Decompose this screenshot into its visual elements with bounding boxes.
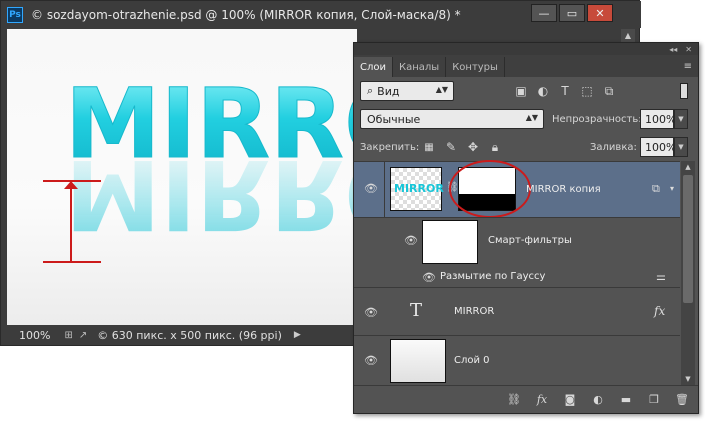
blend-mode-value: Обычные: [367, 112, 421, 126]
smart-object-icon: ⧉: [652, 182, 660, 195]
visibility-eye-icon[interactable]: 👁︎: [404, 234, 418, 247]
filter-smart-object-icon[interactable]: ⧉: [600, 82, 618, 100]
document-title-bar: Ps © sozdayom-otrazhenie.psd @ 100% (MIR…: [1, 1, 641, 28]
layer-0[interactable]: 👁︎ Слой 0: [354, 335, 680, 385]
fill-dropdown-icon[interactable]: ▼: [674, 137, 688, 157]
share-icon[interactable]: ↗: [79, 330, 87, 341]
panel-tabs: Слои Каналы Контуры ≡: [354, 55, 698, 77]
canvas[interactable]: MIRROR MIRROR: [7, 29, 357, 325]
filter-image-icon[interactable]: ▣: [512, 82, 530, 100]
layer-thumbnail[interactable]: MIRROR: [390, 167, 444, 211]
layer-mirror-text[interactable]: 👁︎ T MIRROR fx: [354, 287, 680, 335]
layer-thumbnail-text: MIRROR: [394, 182, 444, 195]
filter-shape-icon[interactable]: ⬚: [578, 82, 596, 100]
layers-panel: ◂◂ ✕ Слои Каналы Контуры ≡ ⌕ Вид ▲▼ ▣ ◐ …: [353, 42, 699, 414]
text-layer-icon: T: [410, 300, 423, 321]
layer-smart-filters[interactable]: 👁︎ Смарт-фильтры: [354, 217, 680, 267]
visibility-eye-icon[interactable]: 👁︎: [422, 271, 436, 284]
gaussian-blur-label: Размытие по Гауссу: [440, 271, 546, 282]
collapse-panel-icon[interactable]: ◂◂: [669, 45, 677, 54]
document-info: © 630 пикс. x 500 пикс. (96 ppi): [97, 328, 282, 342]
layer-name[interactable]: Слой 0: [454, 355, 490, 366]
opacity-input[interactable]: 100%: [640, 109, 676, 129]
smart-filter-mask-thumbnail[interactable]: [422, 220, 478, 264]
layer-mirror-copy[interactable]: 👁︎ MIRROR ⛓︎ MIRROR копия ⧉ ▾: [354, 160, 680, 218]
layers-scrollbar[interactable]: ▲ ▼: [681, 161, 695, 385]
scroll-up-icon[interactable]: ▲: [681, 161, 695, 173]
minimize-button[interactable]: —: [531, 4, 557, 22]
filter-adjustment-icon[interactable]: ◐: [534, 82, 552, 100]
tab-layers[interactable]: Слои: [354, 57, 393, 77]
scroll-thumb[interactable]: [683, 175, 693, 303]
maximize-button[interactable]: ▭: [559, 4, 585, 22]
tab-paths[interactable]: Контуры: [446, 57, 505, 77]
new-adjustment-icon[interactable]: ◐: [590, 392, 606, 408]
link-layers-icon[interactable]: ⛓︎: [506, 392, 522, 408]
layer-filter-value: Вид: [377, 84, 400, 98]
close-panel-icon[interactable]: ✕: [685, 45, 692, 54]
canvas-reflection: MIRROR: [65, 138, 357, 250]
status-menu-arrow-icon[interactable]: ▶: [294, 330, 301, 340]
fill-input[interactable]: 100%: [640, 137, 676, 157]
chevron-updown-icon: ▲▼: [525, 113, 538, 122]
delete-layer-trash-icon[interactable]: 🗑︎: [674, 392, 690, 408]
add-style-fx-icon[interactable]: fx: [534, 392, 550, 408]
close-button[interactable]: ✕: [587, 4, 613, 22]
lock-position-icon[interactable]: ✥: [464, 138, 482, 156]
lock-pixels-icon[interactable]: ✎: [442, 138, 460, 156]
layers-panel-footer: ⛓︎ fx ◙ ◐ ▬ ❐ 🗑︎: [354, 385, 698, 413]
lock-label: Закрепить:: [360, 142, 420, 153]
layer-thumbnail[interactable]: [390, 339, 446, 383]
layer-effects-fx-icon[interactable]: fx: [654, 304, 665, 318]
layers-list: 👁︎ MIRROR ⛓︎ MIRROR копия ⧉ ▾ 👁︎ Смарт-ф…: [354, 160, 680, 385]
chevron-updown-icon: ▲▼: [435, 85, 448, 94]
smart-filters-label: Смарт-фильтры: [488, 235, 572, 246]
add-mask-icon[interactable]: ◙: [562, 392, 578, 408]
lock-all-icon[interactable]: 🔒︎: [486, 138, 504, 156]
opacity-label: Непрозрачность:: [552, 114, 642, 125]
scroll-down-icon[interactable]: ▼: [681, 373, 695, 385]
expand-effects-icon[interactable]: ▾: [670, 184, 674, 193]
filter-toggle[interactable]: [680, 83, 688, 99]
fill-label: Заливка:: [590, 142, 637, 153]
lock-transparency-icon[interactable]: ▦: [420, 138, 438, 156]
new-layer-icon[interactable]: ❐: [646, 392, 662, 408]
filter-type-icon[interactable]: T: [556, 82, 574, 100]
visibility-eye-icon[interactable]: 👁︎: [364, 354, 378, 367]
proof-icon[interactable]: ⊞: [64, 330, 72, 341]
tab-channels[interactable]: Каналы: [393, 57, 447, 77]
document-title: © sozdayom-otrazhenie.psd @ 100% (MIRROR…: [31, 7, 461, 22]
zoom-level[interactable]: 100%: [19, 329, 50, 342]
layer-filter-select[interactable]: ⌕ Вид ▲▼: [360, 81, 454, 101]
mask-highlight-circle: [449, 160, 531, 218]
blend-row: Обычные ▲▼ Непрозрачность: 100% ▼: [354, 105, 698, 133]
scroll-up-icon[interactable]: ▲: [621, 29, 635, 43]
visibility-eye-icon[interactable]: 👁︎: [364, 182, 378, 195]
layer-gaussian-blur[interactable]: 👁︎ Размытие по Гауссу ⚌: [354, 267, 680, 287]
panel-menu-icon[interactable]: ≡: [684, 61, 692, 72]
filter-row: ⌕ Вид ▲▼ ▣ ◐ T ⬚ ⧉: [354, 77, 698, 105]
search-icon: ⌕: [367, 84, 374, 97]
filter-options-icon[interactable]: ⚌: [656, 270, 666, 283]
new-group-folder-icon[interactable]: ▬: [618, 392, 634, 408]
layer-name[interactable]: MIRROR копия: [526, 184, 601, 195]
lock-row: Закрепить: ▦ ✎ ✥ 🔒︎ Заливка: 100% ▼: [354, 133, 698, 161]
blend-mode-select[interactable]: Обычные ▲▼: [360, 109, 544, 129]
layer-name[interactable]: MIRROR: [454, 306, 494, 317]
visibility-eye-icon[interactable]: 👁︎: [364, 306, 378, 319]
opacity-dropdown-icon[interactable]: ▼: [674, 109, 688, 129]
photoshop-logo-icon: Ps: [7, 6, 23, 23]
